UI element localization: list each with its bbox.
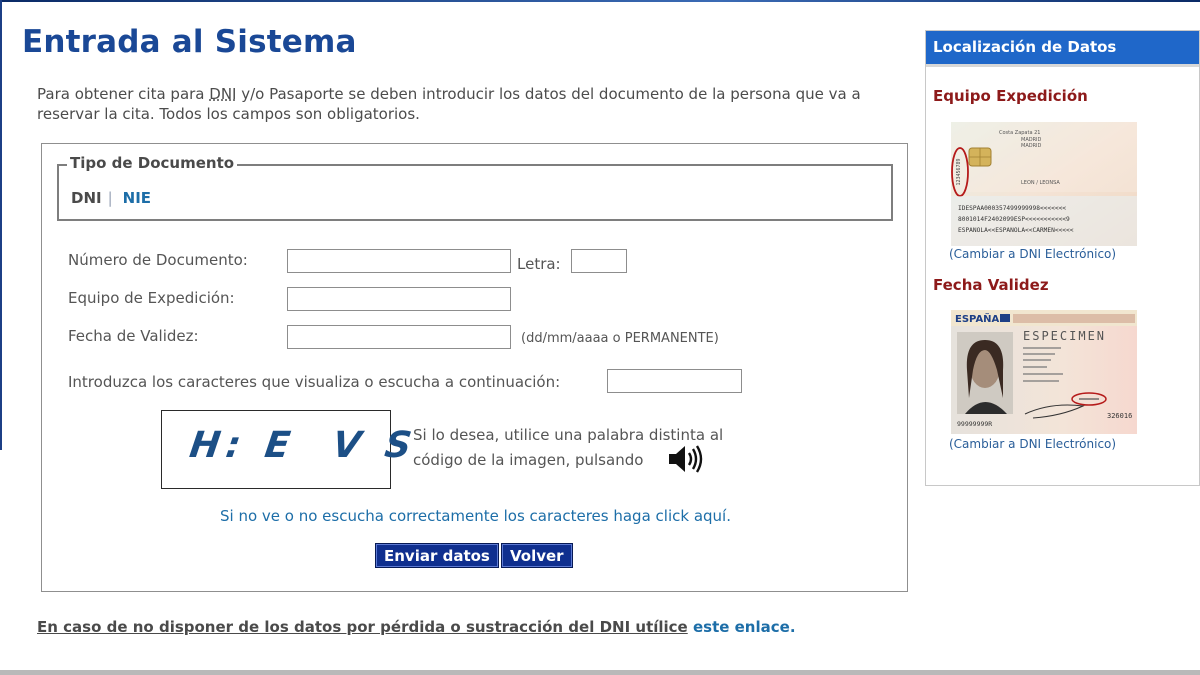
card-line: Costa Zapata 21 xyxy=(999,130,1040,136)
doc-type-dni[interactable]: DNI xyxy=(71,189,102,207)
card-line: LEON / LEONSA xyxy=(1021,180,1060,186)
appointment-form: Tipo de Documento DNI | NIE Número de Docu… xyxy=(41,143,908,592)
card-line: MADRID xyxy=(1021,143,1042,149)
speaker-icon[interactable] xyxy=(667,444,705,474)
document-type-options: DNI | NIE xyxy=(71,189,151,207)
switch-to-electronic-dni-link[interactable]: (Cambiar a DNI Electrónico) xyxy=(949,437,1116,451)
dni-back-card-image: 123456789 Costa Zapata 21 MADRID MADRID … xyxy=(951,122,1137,246)
footer-text: En caso de no disponer de los datos por … xyxy=(37,618,688,636)
switch-to-electronic-dni-link[interactable]: (Cambiar a DNI Electrónico) xyxy=(949,247,1116,261)
left-border xyxy=(0,0,2,450)
doc-type-separator: | xyxy=(107,189,113,207)
card-number: 99999999R xyxy=(957,420,992,428)
back-button[interactable]: Volver xyxy=(501,543,573,568)
panel-header-divider xyxy=(926,64,1199,67)
expiry-date-title: Fecha Validez xyxy=(933,276,1049,294)
issuing-team-title: Equipo Expedición xyxy=(933,87,1088,105)
document-type-fieldset: Tipo de Documento DNI | NIE xyxy=(57,154,893,221)
document-number-label: Número de Documento: xyxy=(68,251,248,269)
dni-front-card-image: ESPAÑA ESPECIMEN 99999999R 326016 xyxy=(951,310,1137,434)
dni-abbr: DNI xyxy=(209,85,237,103)
doc-type-nie-link[interactable]: NIE xyxy=(123,189,151,207)
card-code: 326016 xyxy=(1107,412,1132,420)
captcha-image: H: E V S xyxy=(161,410,420,489)
submit-button[interactable]: Enviar datos xyxy=(375,543,499,568)
document-type-legend: Tipo de Documento xyxy=(67,154,238,172)
captcha-label: Introduzca los caracteres que visualiza … xyxy=(68,373,561,391)
issuing-team-input[interactable] xyxy=(287,287,511,311)
page-title: Entrada al Sistema xyxy=(22,24,357,60)
captcha-help-link[interactable]: Si no ve o no escucha correctamente los … xyxy=(42,507,909,525)
bottom-border xyxy=(0,670,1200,675)
expiry-date-input[interactable] xyxy=(287,325,511,349)
card-country: ESPAÑA xyxy=(955,312,1000,325)
expiry-date-hint: (dd/mm/aaaa o PERMANENTE) xyxy=(521,331,719,346)
expiry-date-label: Fecha de Validez: xyxy=(68,327,199,345)
footer-note: En caso de no disponer de los datos por … xyxy=(37,618,796,636)
captcha-characters: H: E V S xyxy=(187,425,420,466)
top-border xyxy=(0,0,1200,2)
intro-text: Para obtener cita para DNI y/o Pasaporte… xyxy=(37,84,915,124)
card-side-code: 123456789 xyxy=(956,158,962,185)
letter-input[interactable] xyxy=(571,249,627,273)
mrz-line: IDESPAA000357499999998<<<<<<< xyxy=(958,205,1066,212)
card-specimen: ESPECIMEN xyxy=(1023,329,1106,343)
captcha-input[interactable] xyxy=(607,369,742,393)
panel-header: Localización de Datos xyxy=(926,31,1199,64)
footer-link[interactable]: este enlace. xyxy=(693,618,796,636)
document-number-input[interactable] xyxy=(287,249,511,273)
issuing-team-label: Equipo de Expedición: xyxy=(68,289,235,307)
mrz-line: ESPANOLA<<ESPANOLA<<CARMEN<<<<< xyxy=(958,227,1074,234)
intro-text-part: Para obtener cita para xyxy=(37,85,210,103)
mrz-line: 8001014F2402099ESP<<<<<<<<<<<9 xyxy=(958,216,1070,223)
audio-captcha-text: Si lo desea, utilice una palabra distint… xyxy=(413,426,724,469)
data-location-panel: Localización de Datos Equipo Expedición … xyxy=(925,30,1200,486)
letter-label: Letra: xyxy=(517,255,561,273)
